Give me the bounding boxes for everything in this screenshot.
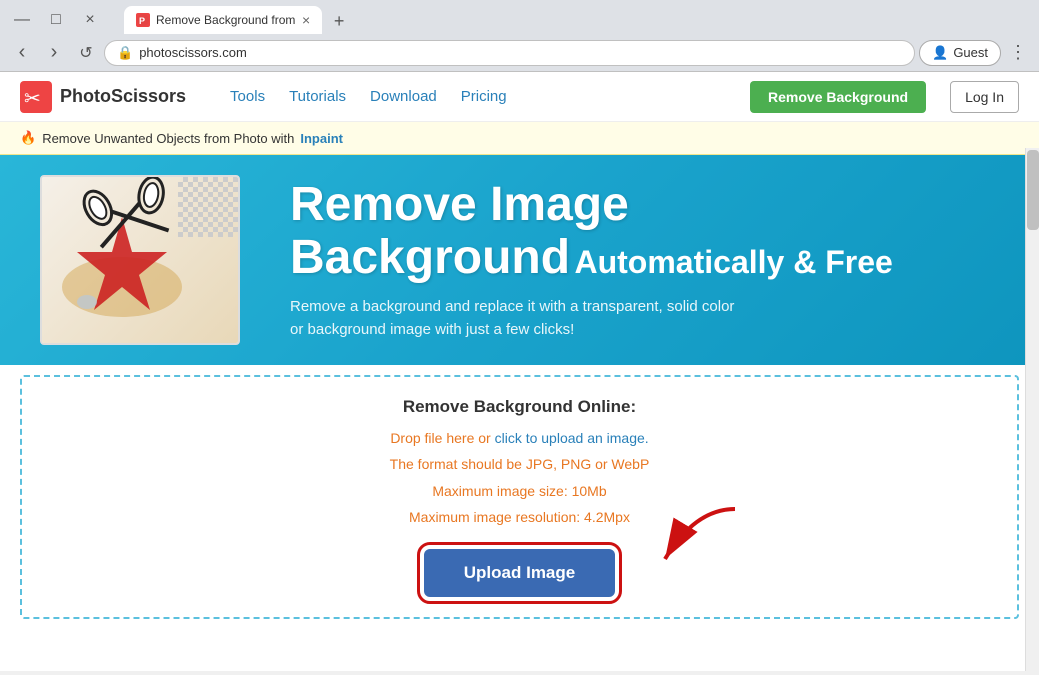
fire-emoji: 🔥 xyxy=(20,130,36,146)
address-text: photoscissors.com xyxy=(139,45,247,60)
svg-text:✂: ✂ xyxy=(24,88,41,110)
tab-title: Remove Background from Im... xyxy=(156,13,296,27)
close-window-icon: × xyxy=(85,11,94,29)
logo-area: ✂ PhotoScissors xyxy=(20,81,186,113)
forward-button[interactable]: › xyxy=(40,39,68,67)
transparent-area xyxy=(178,177,238,237)
upload-click-link[interactable]: click to upload an image. xyxy=(495,430,649,446)
hero-section: Remove Image Background Automatically & … xyxy=(0,155,1039,365)
nav-download[interactable]: Download xyxy=(370,88,437,105)
logo-icon: ✂ xyxy=(20,81,52,113)
minimize-button[interactable]: — xyxy=(8,6,36,34)
maximize-icon: □ xyxy=(51,11,61,29)
guest-label: Guest xyxy=(953,45,988,60)
address-bar[interactable]: 🔒 photoscissors.com xyxy=(104,40,915,66)
login-button[interactable]: Log In xyxy=(950,81,1019,113)
reload-icon: ↺ xyxy=(79,43,92,63)
banner-text: Remove Unwanted Objects from Photo with xyxy=(42,131,294,146)
nav-pricing[interactable]: Pricing xyxy=(461,88,507,105)
hero-title-line2: Background xyxy=(290,231,570,284)
browser-menu-button[interactable]: ⋮ xyxy=(1005,38,1031,67)
hero-image-area xyxy=(40,175,260,345)
account-icon: 👤 xyxy=(932,45,948,61)
back-icon: ‹ xyxy=(19,41,26,64)
promo-banner: 🔥 Remove Unwanted Objects from Photo wit… xyxy=(0,122,1039,155)
minimize-icon: — xyxy=(14,11,30,29)
tab-close-icon[interactable]: × xyxy=(302,12,310,28)
scrollbar-thumb[interactable] xyxy=(1027,150,1039,230)
guest-button[interactable]: 👤 Guest xyxy=(919,40,1001,66)
upload-line-1: Drop file here or click to upload an ima… xyxy=(42,427,997,449)
scissors-image xyxy=(82,175,182,272)
browser-tab[interactable]: P Remove Background from Im... × xyxy=(124,6,322,34)
upload-section-title: Remove Background Online: xyxy=(42,397,997,417)
upload-drop-text: Drop file here or xyxy=(390,430,494,446)
remove-background-nav-button[interactable]: Remove Background xyxy=(750,81,926,113)
forward-icon: › xyxy=(51,41,58,64)
nav-tutorials[interactable]: Tutorials xyxy=(289,88,346,105)
svg-text:P: P xyxy=(139,16,145,26)
new-tab-button[interactable]: + xyxy=(326,8,352,34)
inpaint-link[interactable]: Inpaint xyxy=(300,131,343,146)
nav-tools[interactable]: Tools xyxy=(230,88,265,105)
tab-favicon: P xyxy=(136,13,150,27)
hero-title-line3: Automatically & Free xyxy=(574,244,892,280)
back-button[interactable]: ‹ xyxy=(8,39,36,67)
hero-photo xyxy=(40,175,240,345)
upload-section[interactable]: Remove Background Online: Drop file here… xyxy=(20,375,1019,619)
upload-line-3: Maximum image size: 10Mb xyxy=(42,480,997,502)
close-window-button[interactable]: × xyxy=(76,6,104,34)
arrow-indicator xyxy=(615,499,745,579)
maximize-button[interactable]: □ xyxy=(42,6,70,34)
hero-title-line1: Remove Image xyxy=(290,178,629,231)
upload-line-4: Maximum image resolution: 4.2Mpx xyxy=(42,506,997,528)
site-nav: ✂ PhotoScissors Tools Tutorials Download… xyxy=(0,72,1039,122)
hero-text: Remove Image Background Automatically & … xyxy=(260,179,999,342)
hero-subtitle: Remove a background and replace it with … xyxy=(290,296,750,341)
upload-image-button[interactable]: Upload Image xyxy=(424,549,615,597)
reload-button[interactable]: ↺ xyxy=(72,39,100,67)
secure-icon: 🔒 xyxy=(117,45,133,61)
hero-title: Remove Image Background Automatically & … xyxy=(290,179,999,285)
logo-text: PhotoScissors xyxy=(60,86,186,107)
scrollbar[interactable] xyxy=(1025,148,1039,671)
upload-line-2: The format should be JPG, PNG or WebP xyxy=(42,453,997,475)
